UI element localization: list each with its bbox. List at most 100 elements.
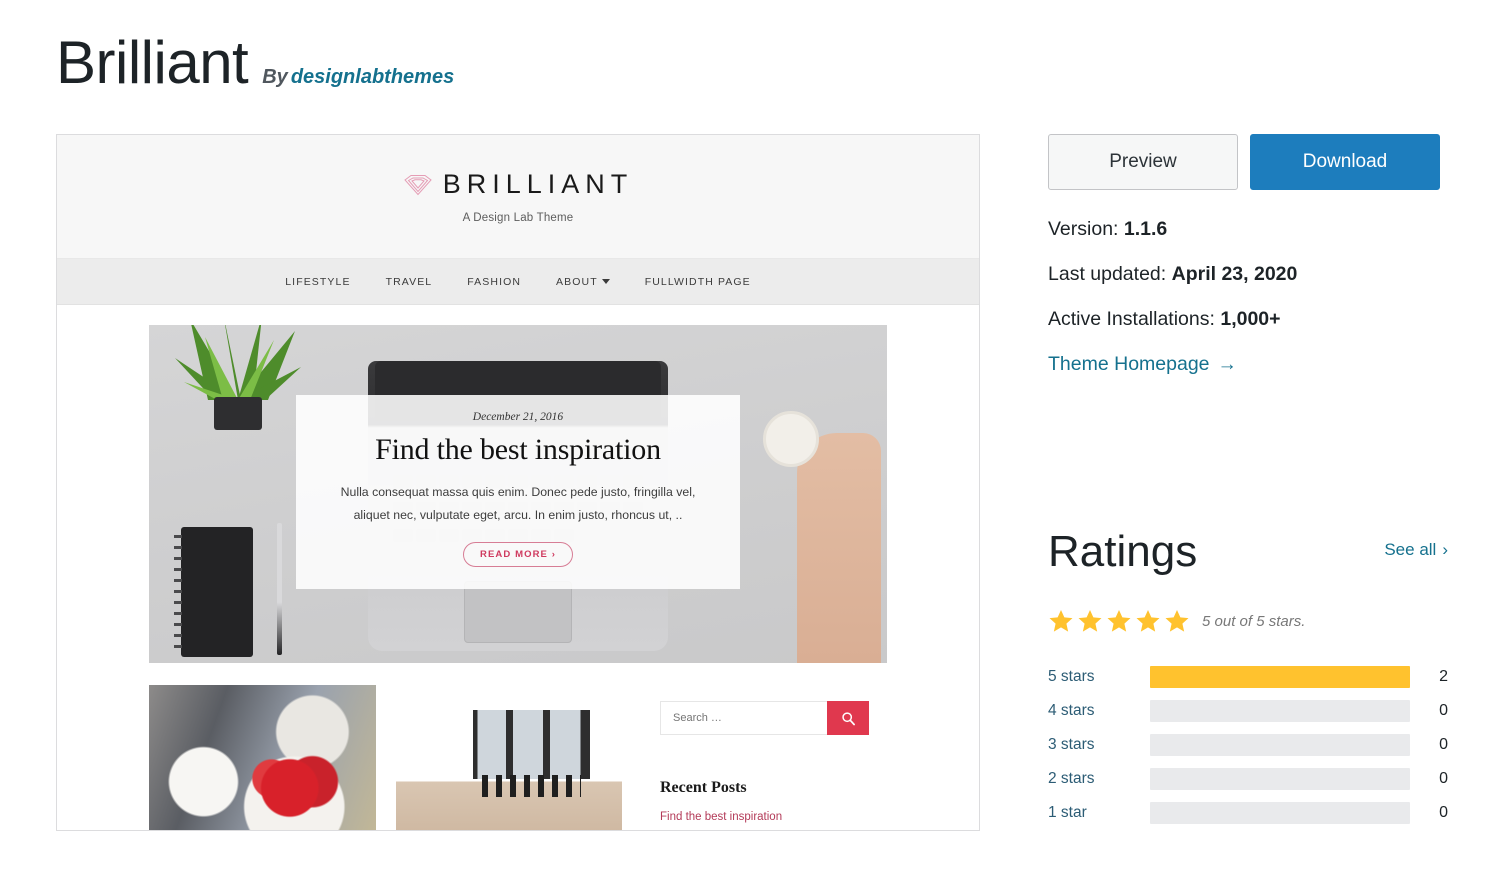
rating-label-2[interactable]: 2 stars (1048, 770, 1150, 788)
search-widget (642, 685, 887, 751)
search-row (660, 701, 869, 735)
post-thumbnail-interior[interactable] (395, 685, 622, 830)
plant-decoration (175, 325, 301, 430)
search-icon (841, 711, 855, 725)
rating-row: 5 stars 2 (1048, 660, 1448, 694)
rating-row: 4 stars 0 (1048, 694, 1448, 728)
rating-count-5: 2 (1439, 668, 1448, 685)
demo-sidebar: Recent Posts Find the best inspiration (642, 685, 887, 830)
demo-site-logo: BRILLIANT (403, 169, 634, 200)
chevron-down-icon (601, 279, 610, 284)
rating-count-3: 0 (1439, 736, 1448, 753)
nav-item-fullwidth-page[interactable]: FULLWIDTH PAGE (645, 276, 751, 288)
star-rating (1048, 608, 1190, 634)
demo-site-body: December 21, 2016 Find the best inspirat… (57, 305, 979, 830)
rating-row: 3 stars 0 (1048, 728, 1448, 762)
rating-label-3[interactable]: 3 stars (1048, 736, 1150, 754)
post-thumbnail-food[interactable] (149, 685, 376, 830)
search-submit-button[interactable] (827, 701, 869, 735)
last-updated-label: Last updated: (1048, 263, 1167, 285)
action-buttons: Preview Download (1048, 134, 1448, 190)
star-icon (1078, 609, 1102, 632)
rating-label-5[interactable]: 5 stars (1048, 668, 1150, 686)
recent-post-link[interactable]: Find the best inspiration (660, 811, 869, 823)
version-line: Version: 1.1.6 (1048, 218, 1448, 241)
ratings-section: Ratings See all › 5 out of 5 stars. 5 st… (1048, 530, 1448, 830)
nav-label: TRAVEL (385, 275, 433, 288)
rating-caption: 5 out of 5 stars. (1202, 612, 1306, 630)
demo-site-header: BRILLIANT A Design Lab Theme (57, 135, 979, 259)
hero-title: Find the best inspiration (375, 433, 661, 466)
page-header: Brilliant By designlabthemes (56, 33, 454, 93)
theme-screenshot[interactable]: BRILLIANT A Design Lab Theme LIFESTYLE T… (56, 134, 980, 831)
rating-bar-track (1150, 700, 1410, 722)
nav-label: FULLWIDTH PAGE (644, 275, 751, 288)
theme-detail-page: Brilliant By designlabthemes BRILLIANT A … (0, 0, 1499, 877)
rating-label-4[interactable]: 4 stars (1048, 702, 1150, 720)
nav-item-travel[interactable]: TRAVEL (386, 276, 433, 288)
active-installs-line: Active Installations: 1,000+ (1048, 308, 1448, 331)
diamond-icon (403, 174, 432, 195)
rating-count-1: 0 (1439, 804, 1448, 821)
recent-posts-title: Recent Posts (660, 779, 747, 796)
star-icon (1107, 609, 1131, 632)
arrow-right-icon: → (1217, 353, 1238, 375)
hero-caption-card: December 21, 2016 Find the best inspirat… (296, 395, 740, 590)
ratings-breakdown: 5 stars 2 4 stars 0 3 stars 0 2 stars 0 … (1048, 660, 1448, 830)
theme-homepage-label: Theme Homepage (1048, 353, 1210, 375)
by-label: By (262, 66, 288, 88)
trackpad-decoration (464, 581, 572, 643)
chevron-right-icon: › (1442, 540, 1448, 559)
author-link[interactable]: designlabthemes (291, 66, 454, 88)
pen-decoration (277, 523, 282, 655)
average-rating: 5 out of 5 stars. (1048, 608, 1448, 634)
active-installs-value: 1,000+ (1220, 308, 1281, 330)
last-updated-value: April 23, 2020 (1171, 263, 1298, 285)
demo-nav: LIFESTYLE TRAVEL FASHION ABOUT FULLWIDTH… (57, 259, 979, 305)
download-button[interactable]: Download (1250, 134, 1440, 190)
theme-meta: Version: 1.1.6 Last updated: April 23, 2… (1048, 218, 1448, 376)
demo-tagline: A Design Lab Theme (462, 212, 574, 224)
rating-bar-fill (1150, 666, 1410, 688)
hero-excerpt: Nulla consequat massa quis enim. Donec p… (340, 485, 696, 522)
hero-slide: December 21, 2016 Find the best inspirat… (149, 325, 887, 663)
demo-content-row: Recent Posts Find the best inspiration (149, 685, 887, 830)
hand-decoration (797, 433, 881, 663)
nav-item-fashion[interactable]: FASHION (467, 276, 521, 288)
active-installs-label: Active Installations: (1048, 308, 1215, 330)
star-icon (1165, 609, 1189, 632)
cup-decoration (763, 411, 819, 467)
nav-label: ABOUT (556, 275, 598, 288)
theme-actions-sidebar: Preview Download Version: 1.1.6 Last upd… (1048, 134, 1448, 376)
ratings-header: Ratings See all › (1048, 530, 1448, 574)
nav-label: FASHION (467, 275, 522, 288)
nav-item-about[interactable]: ABOUT (556, 276, 610, 288)
rating-bar-track (1150, 768, 1410, 790)
rating-bar-track (1150, 734, 1410, 756)
see-all-label: See all (1384, 540, 1437, 559)
search-input[interactable] (660, 701, 827, 735)
star-icon (1049, 609, 1073, 632)
theme-homepage-link[interactable]: Theme Homepage → (1048, 353, 1237, 376)
rating-bar-track (1150, 666, 1410, 688)
preview-button[interactable]: Preview (1048, 134, 1238, 190)
page-title: Brilliant (56, 29, 249, 96)
star-icon (1136, 609, 1160, 632)
last-updated-line: Last updated: April 23, 2020 (1048, 263, 1448, 286)
version-value: 1.1.6 (1123, 218, 1168, 240)
nav-item-lifestyle[interactable]: LIFESTYLE (285, 276, 350, 288)
rating-bar-track (1150, 802, 1410, 824)
ratings-title: Ratings (1048, 527, 1198, 576)
rating-count-2: 0 (1439, 770, 1448, 787)
notebook-decoration (174, 527, 253, 657)
hero-date: December 21, 2016 (472, 411, 564, 423)
rating-row: 2 stars 0 (1048, 762, 1448, 796)
read-more-button[interactable]: READ MORE › (463, 542, 573, 568)
see-all-ratings-link[interactable]: See all › (1384, 540, 1448, 560)
theme-byline: By designlabthemes (262, 66, 454, 89)
rating-count-4: 0 (1439, 702, 1448, 719)
rating-row: 1 star 0 (1048, 796, 1448, 830)
rating-label-1[interactable]: 1 star (1048, 804, 1150, 822)
version-label: Version: (1048, 218, 1119, 240)
recent-posts-widget: Recent Posts Find the best inspiration (642, 763, 887, 830)
